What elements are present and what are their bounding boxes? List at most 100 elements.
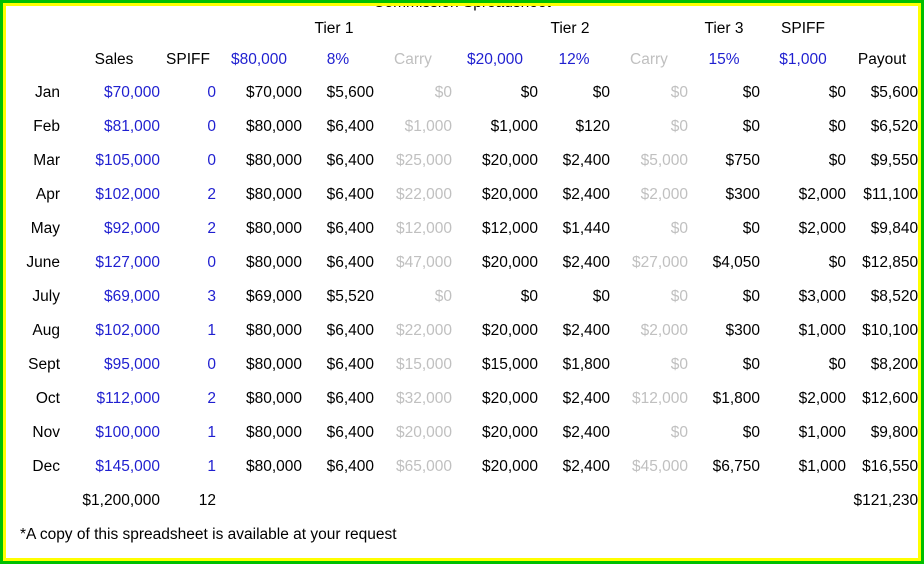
cell-tier2-carry: $12,000 — [631, 390, 688, 407]
table-row: Dec $145,000 1 $80,000 $6,400 $65,000 $20,000 $… — [6, 450, 918, 484]
totals-blank-6 — [610, 484, 688, 518]
cell-tier2-carry: $45,000 — [631, 458, 688, 475]
cell-tier1-commission: $6,400 — [326, 118, 374, 135]
cell-sales: $95,000 — [103, 356, 160, 373]
cell-tier1-commission: $6,400 — [326, 458, 374, 475]
cell-tier1-carry: $22,000 — [395, 322, 452, 339]
cell-tier2-base: $1,000 — [490, 118, 538, 135]
cell-spiff-payout: $0 — [828, 356, 846, 373]
cell-spiff-count: 2 — [207, 186, 216, 203]
cell-tier2-commission: $2,400 — [562, 458, 610, 475]
cell-tier1-commission: $6,400 — [326, 390, 374, 407]
cell-tier2-carry: $0 — [670, 356, 688, 373]
cell-tier2-commission: $0 — [592, 84, 610, 101]
cell-month-label: June — [26, 254, 60, 271]
cell-tier3-commission: $0 — [742, 288, 760, 305]
table-row: July $69,000 3 $69,000 $5,520 $0 $0 $0 $0 $0 $3,00… — [6, 280, 918, 314]
cell-tier2-carry: $2,000 — [640, 186, 688, 203]
cell-tier1-base: $80,000 — [245, 152, 302, 169]
group-header-tier2: Tier 2 — [550, 20, 590, 37]
cell-sales: $70,000 — [103, 84, 160, 101]
cell-spiff-count: 1 — [207, 322, 216, 339]
cell-sales: $102,000 — [95, 322, 160, 339]
cell-tier1-carry: $1,000 — [404, 118, 452, 135]
col-header-month — [6, 44, 68, 76]
table-row: May $92,000 2 $80,000 $6,400 $12,000 $12,000 $1… — [6, 212, 918, 246]
cell-tier1-carry: $0 — [434, 84, 452, 101]
cell-tier2-commission: $2,400 — [562, 254, 610, 271]
cell-tier1-commission: $6,400 — [326, 424, 374, 441]
cell-tier2-carry: $2,000 — [640, 322, 688, 339]
cell-sales: $112,000 — [96, 390, 161, 407]
cell-tier1-base: $80,000 — [245, 458, 302, 475]
group-spacer-spiff — [160, 14, 216, 44]
col-header-tier1-rate: 8% — [326, 51, 350, 68]
cell-tier1-base: $80,000 — [245, 118, 302, 135]
cell-tier2-carry: $0 — [670, 288, 688, 305]
table-row: Jan $70,000 0 $70,000 $5,600 $0 $0 $0 $0 $0 $0 $5,6… — [6, 76, 918, 110]
cell-spiff-count: 3 — [207, 288, 216, 305]
table-row: Nov $100,000 1 $80,000 $6,400 $20,000 $20,000 $… — [6, 416, 918, 450]
cell-spiff-count: 0 — [207, 118, 216, 135]
totals-spiff-count: 12 — [198, 492, 216, 509]
cell-sales: $81,000 — [103, 118, 160, 135]
cell-spiff-count: 0 — [207, 84, 216, 101]
cell-payout: $11,100 — [863, 186, 919, 203]
cell-tier2-carry: $0 — [670, 220, 688, 237]
cell-tier3-commission: $0 — [742, 424, 760, 441]
cell-month-label: May — [30, 220, 60, 237]
col-header-tier2-base: $20,000 — [466, 51, 524, 68]
group-spacer-payout — [846, 14, 918, 44]
cell-tier1-commission: $6,400 — [326, 356, 374, 373]
clipped-title-row: Commission Spreadsheet — [6, 6, 918, 14]
col-header-spiff-value: $1,000 — [779, 51, 827, 68]
totals-blank-4 — [452, 484, 538, 518]
cell-tier1-commission: $6,400 — [326, 254, 374, 271]
cell-spiff-payout: $0 — [828, 254, 846, 271]
cell-tier3-commission: $0 — [742, 118, 760, 135]
cell-spiff-count: 1 — [207, 424, 216, 441]
cell-tier2-commission: $2,400 — [562, 152, 610, 169]
cell-spiff-count: 2 — [207, 390, 216, 407]
totals-blank-8 — [760, 484, 846, 518]
spreadsheet-frame: Commission Spreadsheet Tier 1 Tier 2 Tie… — [0, 0, 924, 564]
cell-tier3-commission: $0 — [742, 84, 760, 101]
cell-tier2-carry: $5,000 — [640, 152, 688, 169]
cell-month-label: July — [32, 288, 60, 305]
cell-tier2-carry: $0 — [670, 118, 688, 135]
cell-tier1-base: $80,000 — [245, 390, 302, 407]
cell-sales: $145,000 — [95, 458, 160, 475]
cell-tier2-base: $20,000 — [481, 458, 538, 475]
cell-sales: $127,000 — [95, 254, 160, 271]
spreadsheet-canvas: Commission Spreadsheet Tier 1 Tier 2 Tie… — [3, 3, 921, 561]
cell-tier2-commission: $1,440 — [562, 220, 610, 237]
cell-tier2-commission: $2,400 — [562, 186, 610, 203]
group-header-spiff: SPIFF — [781, 20, 825, 37]
cell-spiff-payout: $1,000 — [798, 424, 846, 441]
cell-tier2-commission: $1,800 — [562, 356, 610, 373]
table-body: Jan $70,000 0 $70,000 $5,600 $0 $0 $0 $0 $0 $0 $5,6… — [6, 76, 918, 484]
cell-tier1-base: $80,000 — [245, 424, 302, 441]
totals-row: $1,200,000 12 $121,230 — [6, 484, 918, 518]
cell-month-label: Mar — [33, 152, 60, 169]
cell-tier2-base: $20,000 — [481, 152, 538, 169]
cell-month-label: Aug — [32, 322, 60, 339]
cell-spiff-payout: $3,000 — [798, 288, 846, 305]
cell-month-label: Jan — [35, 84, 60, 101]
cell-spiff-payout: $0 — [828, 118, 846, 135]
cell-spiff-payout: $1,000 — [798, 458, 846, 475]
cell-tier1-base: $80,000 — [245, 322, 302, 339]
cell-month-label: Apr — [35, 186, 60, 203]
cell-tier1-carry: $0 — [434, 288, 452, 305]
table-row: Apr $102,000 2 $80,000 $6,400 $22,000 $20,000 $… — [6, 178, 918, 212]
table-row: Sept $95,000 0 $80,000 $6,400 $15,000 $15,000 $… — [6, 348, 918, 382]
totals-blank-2 — [302, 484, 374, 518]
group-spacer-sales — [68, 14, 160, 44]
cell-tier2-carry: $0 — [670, 424, 688, 441]
cell-spiff-payout: $2,000 — [798, 390, 846, 407]
col-header-tier1-carry: Carry — [394, 51, 432, 68]
cell-payout: $9,840 — [870, 220, 919, 237]
cell-month-label: Feb — [33, 118, 60, 135]
cell-payout: $5,600 — [870, 84, 919, 101]
tier-group-header-row: Tier 1 Tier 2 Tier 3 SPIFF — [6, 14, 918, 44]
